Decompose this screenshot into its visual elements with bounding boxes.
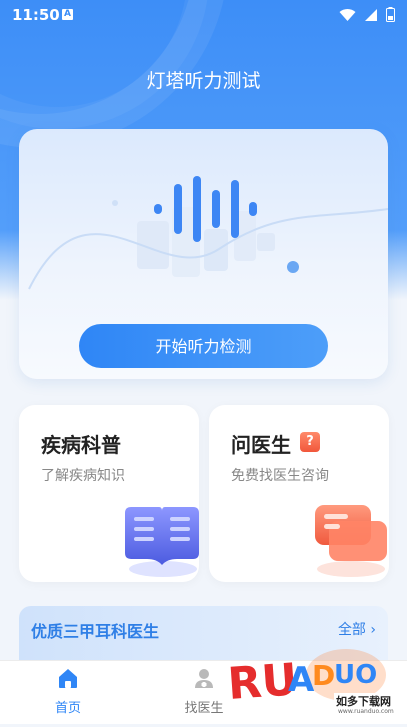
section-title: 优质三甲耳科医生	[31, 622, 160, 641]
watermark-caption: 如多下载网	[334, 693, 393, 709]
question-badge: ?	[300, 432, 320, 452]
disease-science-subtitle: 了解疾病知识	[41, 468, 125, 484]
tab-home[interactable]: 首页	[28, 667, 108, 716]
wifi-icon	[339, 8, 356, 21]
disease-science-title: 疾病科普	[41, 433, 121, 457]
ruanduo-watermark: RU A D UO 如多下载网 www.ruanduo.com	[226, 645, 396, 723]
ask-doctor-title: 问医生	[231, 433, 291, 457]
book-icon	[125, 507, 199, 577]
system-icons	[339, 7, 395, 22]
status-time: 11:50	[12, 6, 60, 24]
watermark-url: www.ruanduo.com	[338, 708, 394, 715]
view-all-link[interactable]: 全部 ›	[338, 619, 376, 639]
page-title: 灯塔听力测试	[146, 70, 261, 92]
start-hearing-test-button[interactable]: 开始听力检测	[79, 324, 328, 368]
svg-text:UO: UO	[334, 660, 377, 690]
status-bar: 11:50 A	[0, 0, 407, 30]
hearing-test-card: 开始听力检测	[19, 129, 388, 379]
svg-text:A: A	[288, 660, 315, 700]
tab-home-label: 首页	[54, 701, 81, 716]
view-all-label: 全部	[337, 622, 366, 638]
sound-wave-icon	[154, 176, 257, 242]
battery-icon	[386, 7, 395, 22]
doctor-icon	[195, 669, 213, 688]
disease-science-card[interactable]: 疾病科普 了解疾病知识	[19, 405, 199, 582]
svg-text:D: D	[312, 659, 335, 692]
notification-icon: A	[62, 9, 73, 20]
ask-doctor-card[interactable]: 问医生 ? 免费找医生咨询	[209, 405, 389, 582]
chevron-right-icon: ›	[370, 622, 376, 638]
chat-icon	[315, 505, 387, 577]
home-icon	[59, 669, 77, 688]
ask-doctor-subtitle: 免费找医生咨询	[231, 468, 329, 484]
signal-icon	[365, 8, 377, 21]
